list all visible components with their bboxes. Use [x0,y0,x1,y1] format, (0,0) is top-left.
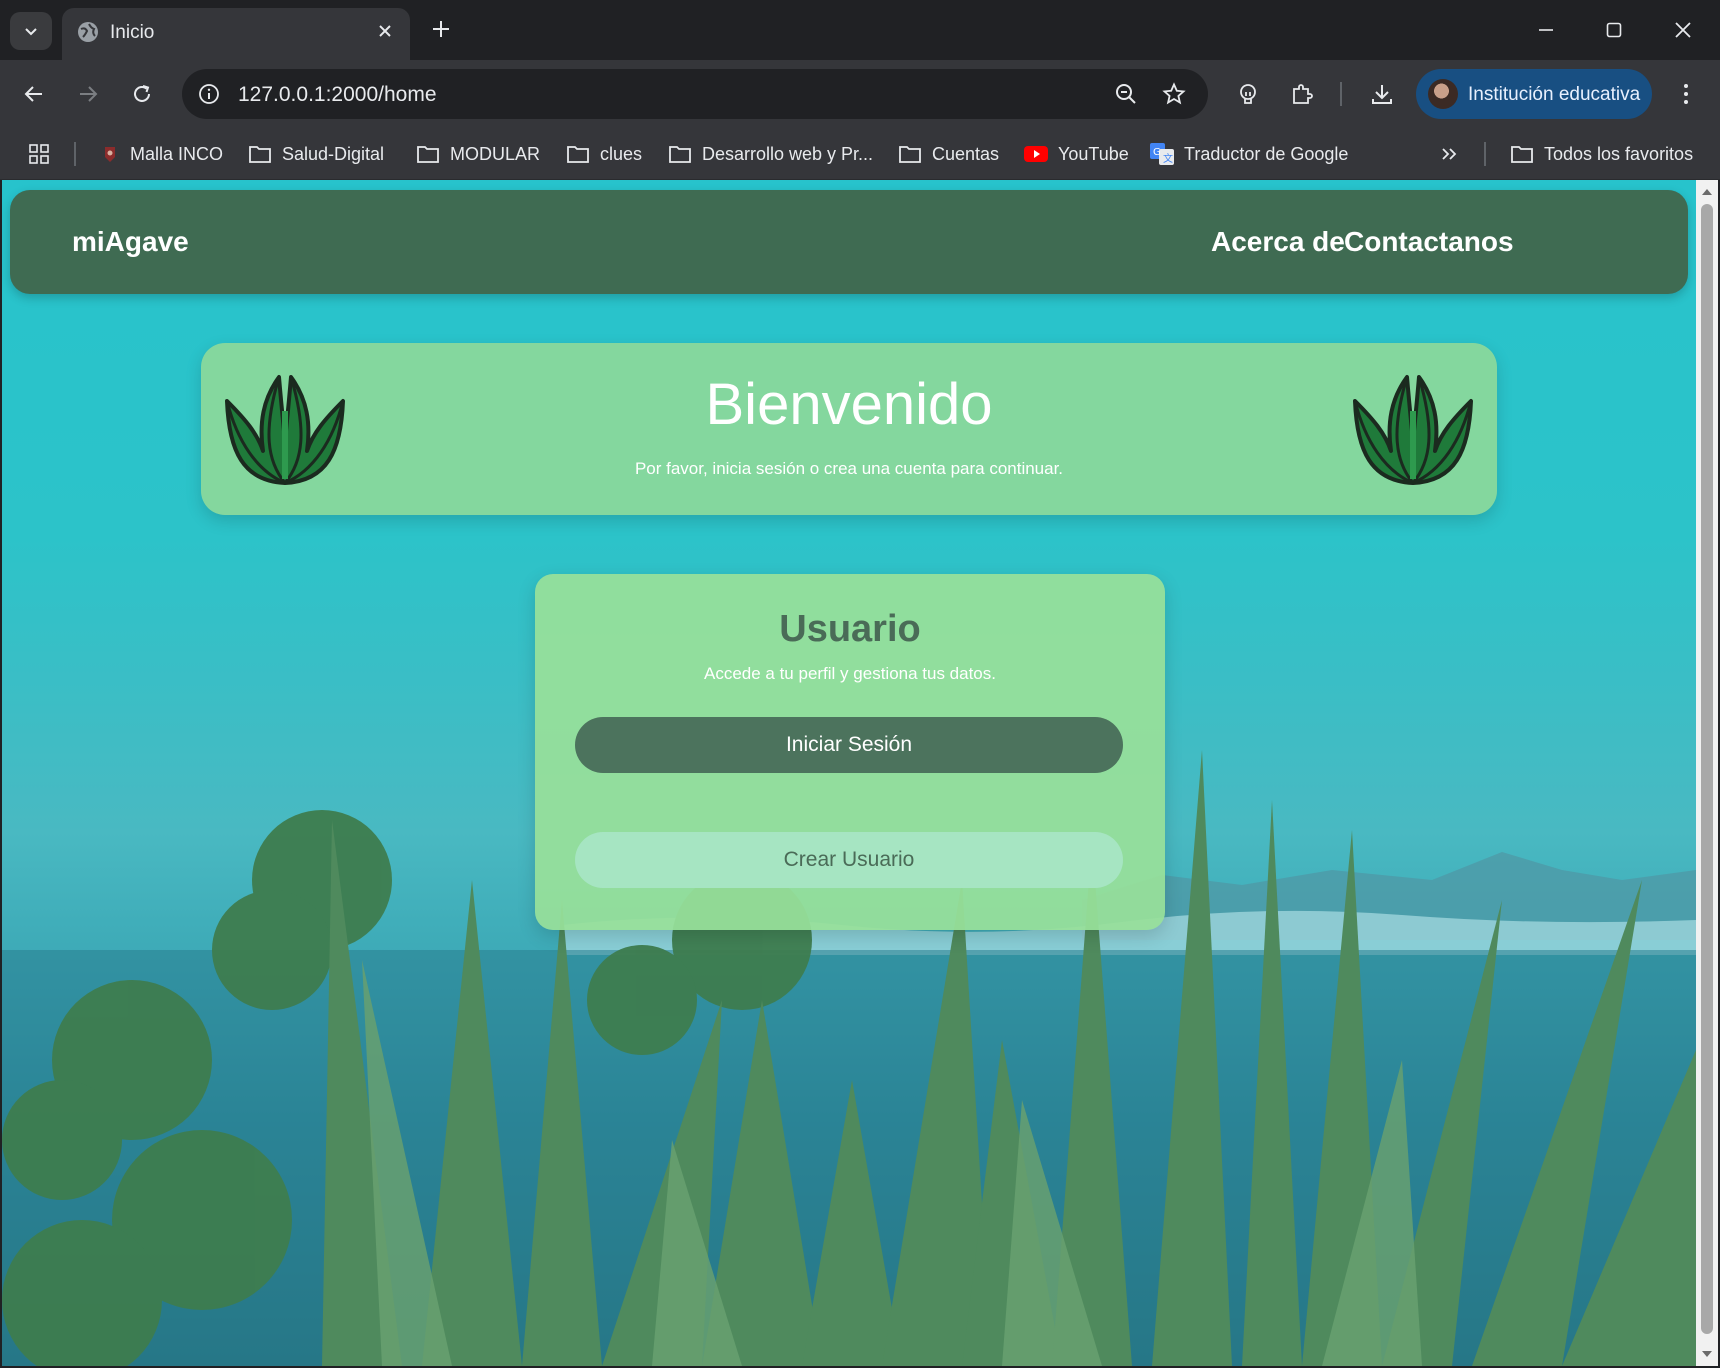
all-bookmarks-label: Todos los favoritos [1544,143,1694,164]
bookmark-item[interactable]: G文 Traductor de Google [1150,140,1348,168]
bookmark-label: Traductor de Google [1184,143,1349,164]
toolbar-divider [1340,82,1342,106]
welcome-banner: Bienvenido Por favor, inicia sesión o cr… [201,343,1497,515]
bookmark-item[interactable]: Desarrollo web y Pr... [668,140,873,168]
youtube-icon [1024,146,1048,162]
extensions-button[interactable] [1282,74,1322,114]
scrollbar-thumb[interactable] [1701,204,1713,1334]
chevron-down-icon [25,28,37,36]
bookmark-label: Cuentas [932,143,1000,164]
browser-menu-button[interactable] [1666,74,1706,114]
zoom-button[interactable] [1110,78,1142,110]
welcome-title: Bienvenido [705,372,993,437]
bookmark-item[interactable]: Salud-Digital [248,140,384,168]
scroll-down-arrow-icon[interactable] [1701,1348,1713,1360]
downloads-button[interactable] [1362,74,1402,114]
info-icon [199,84,219,104]
close-icon [1675,22,1691,38]
arrow-right-icon [80,86,98,102]
login-button[interactable]: Iniciar Sesión [575,717,1123,773]
folder-icon [417,146,439,163]
folder-icon [1511,146,1533,163]
page-viewport: miAgave Acerca de Contactanos Bienvenido… [2,180,1696,1366]
bookmark-label: MODULAR [450,143,541,164]
bookmark-label: clues [600,143,643,164]
bookmark-item[interactable]: MODULAR [416,140,540,168]
puzzle-icon [1293,84,1313,104]
maximize-icon [1606,22,1622,38]
apps-grid-icon [29,144,49,164]
browser-tab[interactable]: Inicio [62,8,410,60]
url-text: 127.0.0.1:2000/home [238,83,437,106]
reload-button[interactable] [122,74,162,114]
nav-link-acerca-de[interactable]: Acerca de [1211,226,1345,258]
nav-link-contactanos[interactable]: Contactanos [1344,226,1514,258]
reload-icon [134,85,150,102]
user-card-title: Usuario [779,608,921,650]
bookmark-item[interactable]: Cuentas [898,140,999,168]
bookmark-label: Malla INCO [130,143,224,164]
tab-search-button[interactable] [10,12,52,50]
folder-icon [899,146,921,163]
browser-toolbar: 127.0.0.1:2000/home Institución educativ… [0,60,1720,128]
back-button[interactable] [14,74,54,114]
bookmark-label: Salud-Digital [282,143,385,164]
malla-favicon-icon [105,147,115,162]
bookmark-label: Desarrollo web y Pr... [702,143,874,164]
google-translate-icon: G文 [1150,143,1174,165]
user-card-subtitle: Accede a tu perfil y gestiona tus datos. [703,664,996,683]
avatar [1428,79,1458,109]
kebab-menu-icon [1684,84,1688,104]
svg-text:G: G [1153,147,1161,158]
double-chevron-right-icon [1442,148,1457,160]
agave-icon [1353,375,1473,485]
password-manager-button[interactable] [1228,74,1268,114]
more-bookmarks-button[interactable] [1440,140,1468,168]
tab-close-button[interactable] [372,18,398,44]
folder-icon [249,146,271,163]
minimize-button[interactable] [1518,10,1574,50]
globe-icon [78,22,98,42]
all-bookmarks-button[interactable]: Todos los favoritos [1510,140,1693,168]
download-icon [1372,85,1392,104]
scroll-up-arrow-icon[interactable] [1701,186,1713,198]
bookmark-item[interactable]: Malla INCO [100,140,223,168]
svg-text:文: 文 [1163,152,1173,165]
tab-title: Inicio [110,22,155,43]
site-navbar: miAgave Acerca de Contactanos [10,190,1688,294]
new-tab-button[interactable] [426,14,456,44]
brand-logo-link[interactable]: miAgave [72,226,189,258]
zoom-icon [1116,84,1136,104]
star-icon [1162,82,1186,105]
address-bar[interactable]: 127.0.0.1:2000/home [182,69,1208,119]
forward-button[interactable] [68,74,108,114]
plus-icon [433,21,449,37]
close-icon [379,25,391,37]
close-window-button[interactable] [1655,10,1711,50]
bookmarks-divider [74,142,76,166]
minimize-icon [1539,29,1553,31]
arrow-left-icon [24,86,42,102]
maximize-button[interactable] [1586,10,1642,50]
bookmark-item[interactable]: clues [566,140,642,168]
welcome-subtitle: Por favor, inicia sesión o crea una cuen… [634,459,1064,478]
profile-label: Institución educativa [1468,84,1641,105]
folder-icon [669,146,691,163]
bookmark-star-button[interactable] [1158,78,1190,110]
lightbulb-icon [1240,84,1256,104]
bookmarks-bar: Malla INCO Salud-Digital MODULAR clues D… [0,128,1720,180]
user-card: Usuario Accede a tu perfil y gestiona tu… [535,574,1165,930]
site-info-button[interactable] [192,77,226,111]
bookmarks-divider [1484,142,1486,166]
bookmark-label: YouTube [1058,143,1129,164]
folder-icon [567,146,589,163]
apps-button[interactable] [28,140,60,168]
profile-chip[interactable]: Institución educativa [1416,69,1652,119]
page-scrollbar[interactable] [1696,180,1718,1366]
create-user-button[interactable]: Crear Usuario [575,832,1123,888]
bookmark-item[interactable]: YouTube [1024,140,1129,168]
tab-strip: Inicio [0,0,1720,60]
